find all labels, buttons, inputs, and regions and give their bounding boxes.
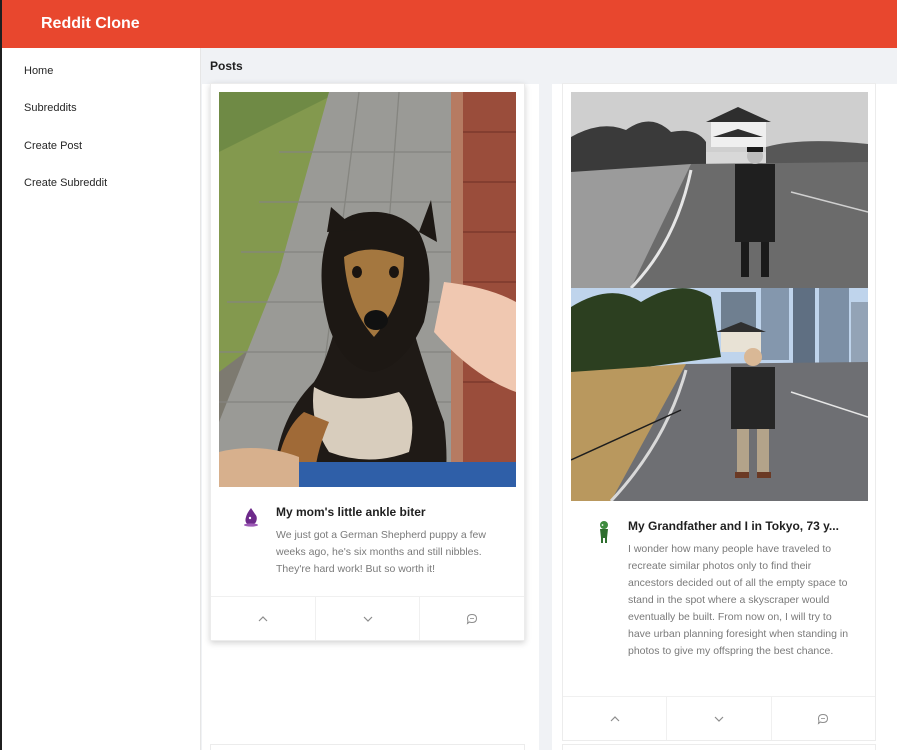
post-card[interactable] (562, 744, 876, 750)
post-title[interactable]: My Grandfather and I in Tokyo, 73 y... (628, 519, 853, 533)
chevron-up-icon (258, 615, 268, 621)
comment-button[interactable] (772, 697, 875, 740)
downvote-button[interactable] (316, 597, 421, 640)
tokyo-then-and-now-photo (571, 92, 868, 501)
comment-icon (466, 613, 478, 625)
sidebar-item-create-subreddit[interactable]: Create Subreddit (24, 177, 107, 189)
top-header: Reddit Clone (2, 0, 897, 48)
chevron-down-icon (363, 616, 372, 622)
post-title[interactable]: My mom's little ankle biter (276, 505, 506, 519)
downvote-button[interactable] (667, 697, 772, 740)
purple-creature-icon (241, 507, 261, 527)
sidebar-item-subreddits[interactable]: Subreddits (24, 102, 77, 114)
post-body: We just got a German Shepherd puppy a fe… (276, 529, 486, 575)
upvote-button[interactable] (563, 697, 668, 740)
brand-logo-text[interactable]: Reddit Clone (41, 15, 140, 33)
app-window: Reddit Clone Home Subreddits Create Post… (0, 0, 897, 750)
page-title: Posts (210, 59, 243, 73)
comment-button[interactable] (420, 597, 524, 640)
sidebar-item-home[interactable]: Home (24, 65, 53, 77)
sidebar: Home Subreddits Create Post Create Subre… (2, 48, 201, 750)
post-actions (563, 696, 875, 740)
chevron-down-icon (714, 716, 724, 722)
main-content: Posts My mom's little ankle biter We jus… (202, 48, 897, 750)
sidebar-item-create-post[interactable]: Create Post (24, 140, 82, 152)
puppy-photo (219, 92, 516, 487)
comment-icon (818, 713, 829, 725)
post-card[interactable] (210, 744, 525, 750)
post-image[interactable] (571, 92, 868, 501)
post-actions (211, 596, 524, 640)
post-card[interactable]: My Grandfather and I in Tokyo, 73 y... I… (562, 83, 876, 741)
post-body: I wonder how many people have traveled t… (628, 543, 849, 657)
post-image[interactable] (219, 92, 516, 487)
upvote-button[interactable] (211, 597, 316, 640)
chevron-up-icon (610, 715, 620, 721)
post-card[interactable]: My mom's little ankle biter We just got … (210, 83, 525, 641)
green-creature-icon (594, 520, 614, 544)
